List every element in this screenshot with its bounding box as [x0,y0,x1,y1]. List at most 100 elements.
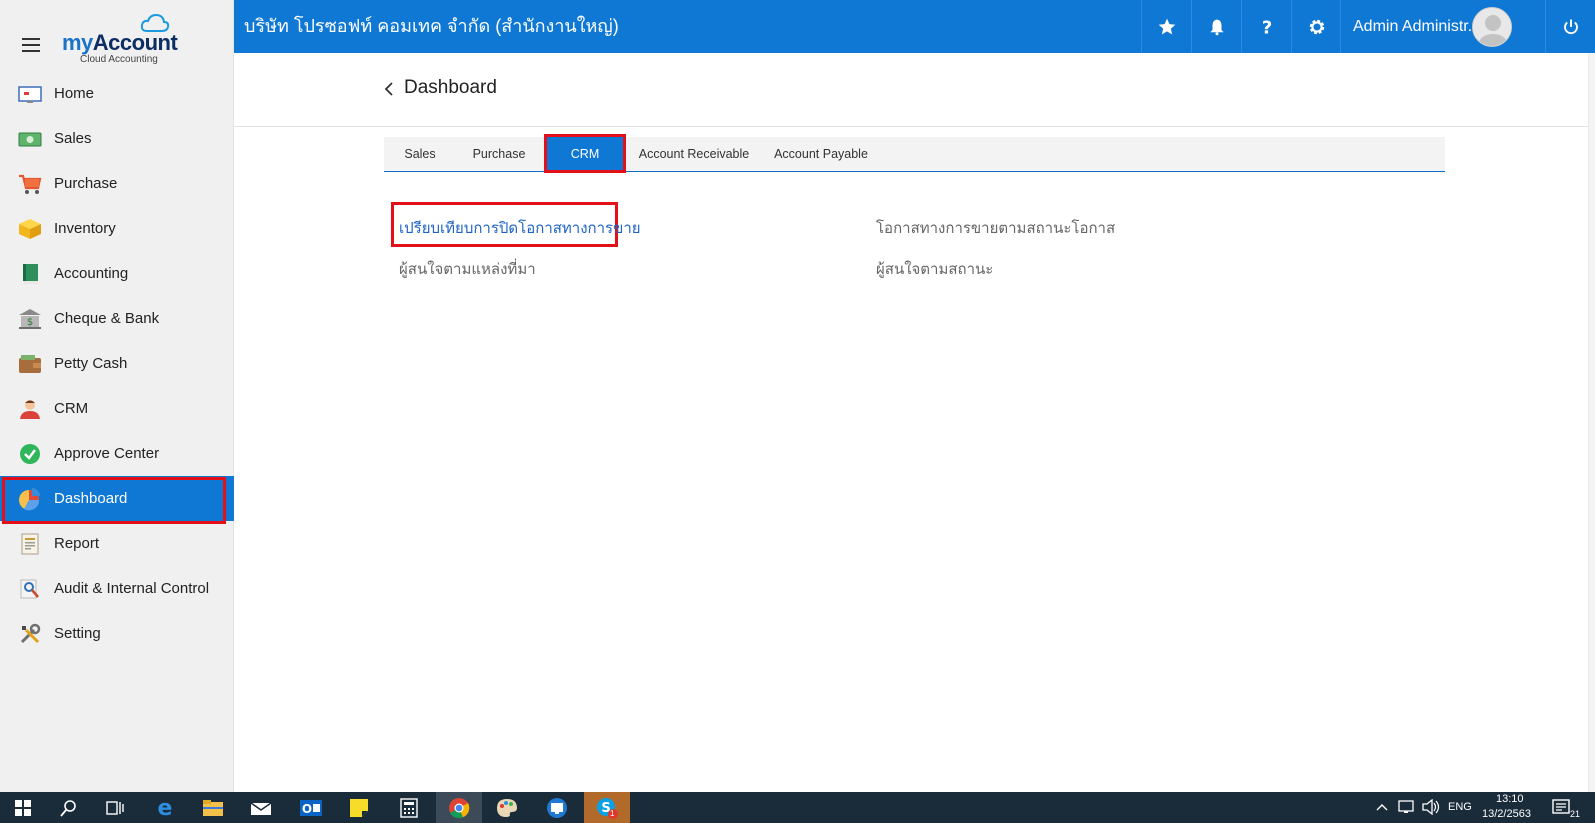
people-icon [18,397,42,421]
mail-app[interactable] [238,792,284,823]
chrome-icon [449,797,470,818]
svg-text:O: O [302,802,312,816]
notifications-button[interactable] [1191,0,1241,53]
chrome-app[interactable] [436,792,482,823]
sidebar-item-label: Setting [54,625,101,642]
report-link-opportunity-by-status[interactable]: โอกาสทางการขายตามสถานะโอกาส [876,216,1115,240]
windows-logo-icon [15,799,31,816]
tools-icon [18,622,42,646]
sidebar-item-label: Accounting [54,265,129,282]
outlook-app[interactable]: O [288,792,334,823]
notification-center-icon[interactable] [1552,799,1572,817]
input-language[interactable]: ENG [1448,801,1472,813]
favorite-button[interactable] [1141,0,1191,53]
outlook-icon: O [300,799,322,816]
calculator-icon [400,797,418,818]
svg-text:$: $ [27,317,33,328]
tab-sales[interactable]: Sales [384,137,456,171]
chevron-left-icon [384,82,393,96]
sidebar-item-label: Dashboard [54,490,128,507]
power-icon [1563,19,1578,34]
task-view-button[interactable] [92,792,138,823]
report-link-opportunity-close-compare[interactable]: เปรียบเทียบการปิดโอกาสทางการขาย [399,216,641,240]
tab-account-receivable[interactable]: Account Receivable [629,137,759,171]
page-title: Dashboard [404,77,497,98]
sidebar-item-cheque-bank[interactable]: $ Cheque & Bank [0,296,234,341]
logo-subtitle: Cloud Accounting [80,54,158,65]
wallet-icon [18,352,42,376]
tab-account-payable[interactable]: Account Payable [764,137,878,171]
sticky-note-icon [350,798,368,817]
cart-icon [18,172,42,196]
search-button[interactable] [46,792,92,823]
magnifier-icon [18,577,42,601]
palette-icon [497,798,517,817]
sidebar-item-petty-cash[interactable]: Petty Cash [0,341,234,386]
sidebar-item-label: Purchase [54,175,118,192]
sidebar-item-home[interactable]: Home [0,71,234,116]
gear-icon [1309,19,1324,34]
network-icon[interactable] [1398,800,1416,814]
svg-text:e: e [158,798,173,818]
mail-icon [250,801,272,815]
sidebar-menu: Home Sales Purchase Inventory Accounting… [0,71,234,656]
logout-button[interactable] [1545,0,1595,53]
sidebar-item-sales[interactable]: Sales [0,116,234,161]
file-explorer-app[interactable] [190,792,236,823]
sidebar-item-label: Cheque & Bank [54,310,160,327]
task-view-icon [106,800,124,815]
sidebar-item-approve-center[interactable]: Approve Center [0,431,234,476]
remote-app[interactable] [534,792,580,823]
tab-crm[interactable]: CRM [544,134,626,173]
report-link-leads-by-status[interactable]: ผู้สนใจตามสถานะ [876,257,993,281]
report-icon [18,532,42,556]
menu-toggle-icon[interactable] [22,38,40,52]
app-logo[interactable]: myAccount Cloud Accounting [62,14,182,66]
chevron-up-icon[interactable] [1376,802,1388,812]
vertical-scrollbar[interactable] [1588,53,1595,792]
home-icon [18,82,42,106]
sidebar-item-inventory[interactable]: Inventory [0,206,234,251]
search-icon [60,799,76,817]
sidebar-item-audit[interactable]: Audit & Internal Control [0,566,234,611]
settings-button[interactable] [1291,0,1341,53]
page-header: Dashboard [234,53,1588,127]
pie-chart-icon [18,487,42,511]
bank-icon: $ [18,307,42,331]
tab-purchase[interactable]: Purchase [456,137,542,171]
check-circle-icon [18,442,42,466]
sidebar-item-label: CRM [54,400,89,417]
help-button[interactable]: ? [1241,0,1291,53]
ledger-icon [18,262,42,286]
calculator-app[interactable] [386,792,432,823]
sidebar-item-label: Approve Center [54,445,160,462]
sidebar-item-dashboard[interactable]: Dashboard [0,476,234,524]
sidebar-item-purchase[interactable]: Purchase [0,161,234,206]
sidebar-item-label: Inventory [54,220,116,237]
clock-date[interactable]: 13/2/2563 [1482,808,1531,820]
os-taskbar: e O S 1 ENG 13:10 13/2/2563 21 [0,792,1595,823]
sidebar: myAccount Cloud Accounting Home Sales Pu… [0,0,234,792]
sidebar-item-setting[interactable]: Setting [0,611,234,656]
edge-app[interactable]: e [142,792,188,823]
avatar[interactable] [1472,7,1512,47]
sidebar-item-label: Report [54,535,100,552]
sidebar-item-crm[interactable]: CRM [0,386,234,431]
report-link-leads-by-source[interactable]: ผู้สนใจตามแหล่งที่มา [399,257,536,281]
paint-app[interactable] [484,792,530,823]
sticky-notes-app[interactable] [336,792,382,823]
skype-icon: S [597,797,618,819]
edge-icon: e [158,798,173,818]
volume-icon[interactable] [1422,799,1440,815]
back-button[interactable] [382,77,402,101]
bell-icon [1209,19,1224,35]
remote-desktop-icon [547,797,567,818]
sidebar-item-accounting[interactable]: Accounting [0,251,234,296]
clock-time[interactable]: 13:10 [1496,793,1524,805]
sidebar-item-report[interactable]: Report [0,521,234,566]
sidebar-item-label: Sales [54,130,92,147]
start-button[interactable] [0,792,46,823]
svg-text:?: ? [1261,17,1272,37]
skype-app[interactable]: S 1 [584,792,630,823]
star-icon [1158,18,1175,34]
